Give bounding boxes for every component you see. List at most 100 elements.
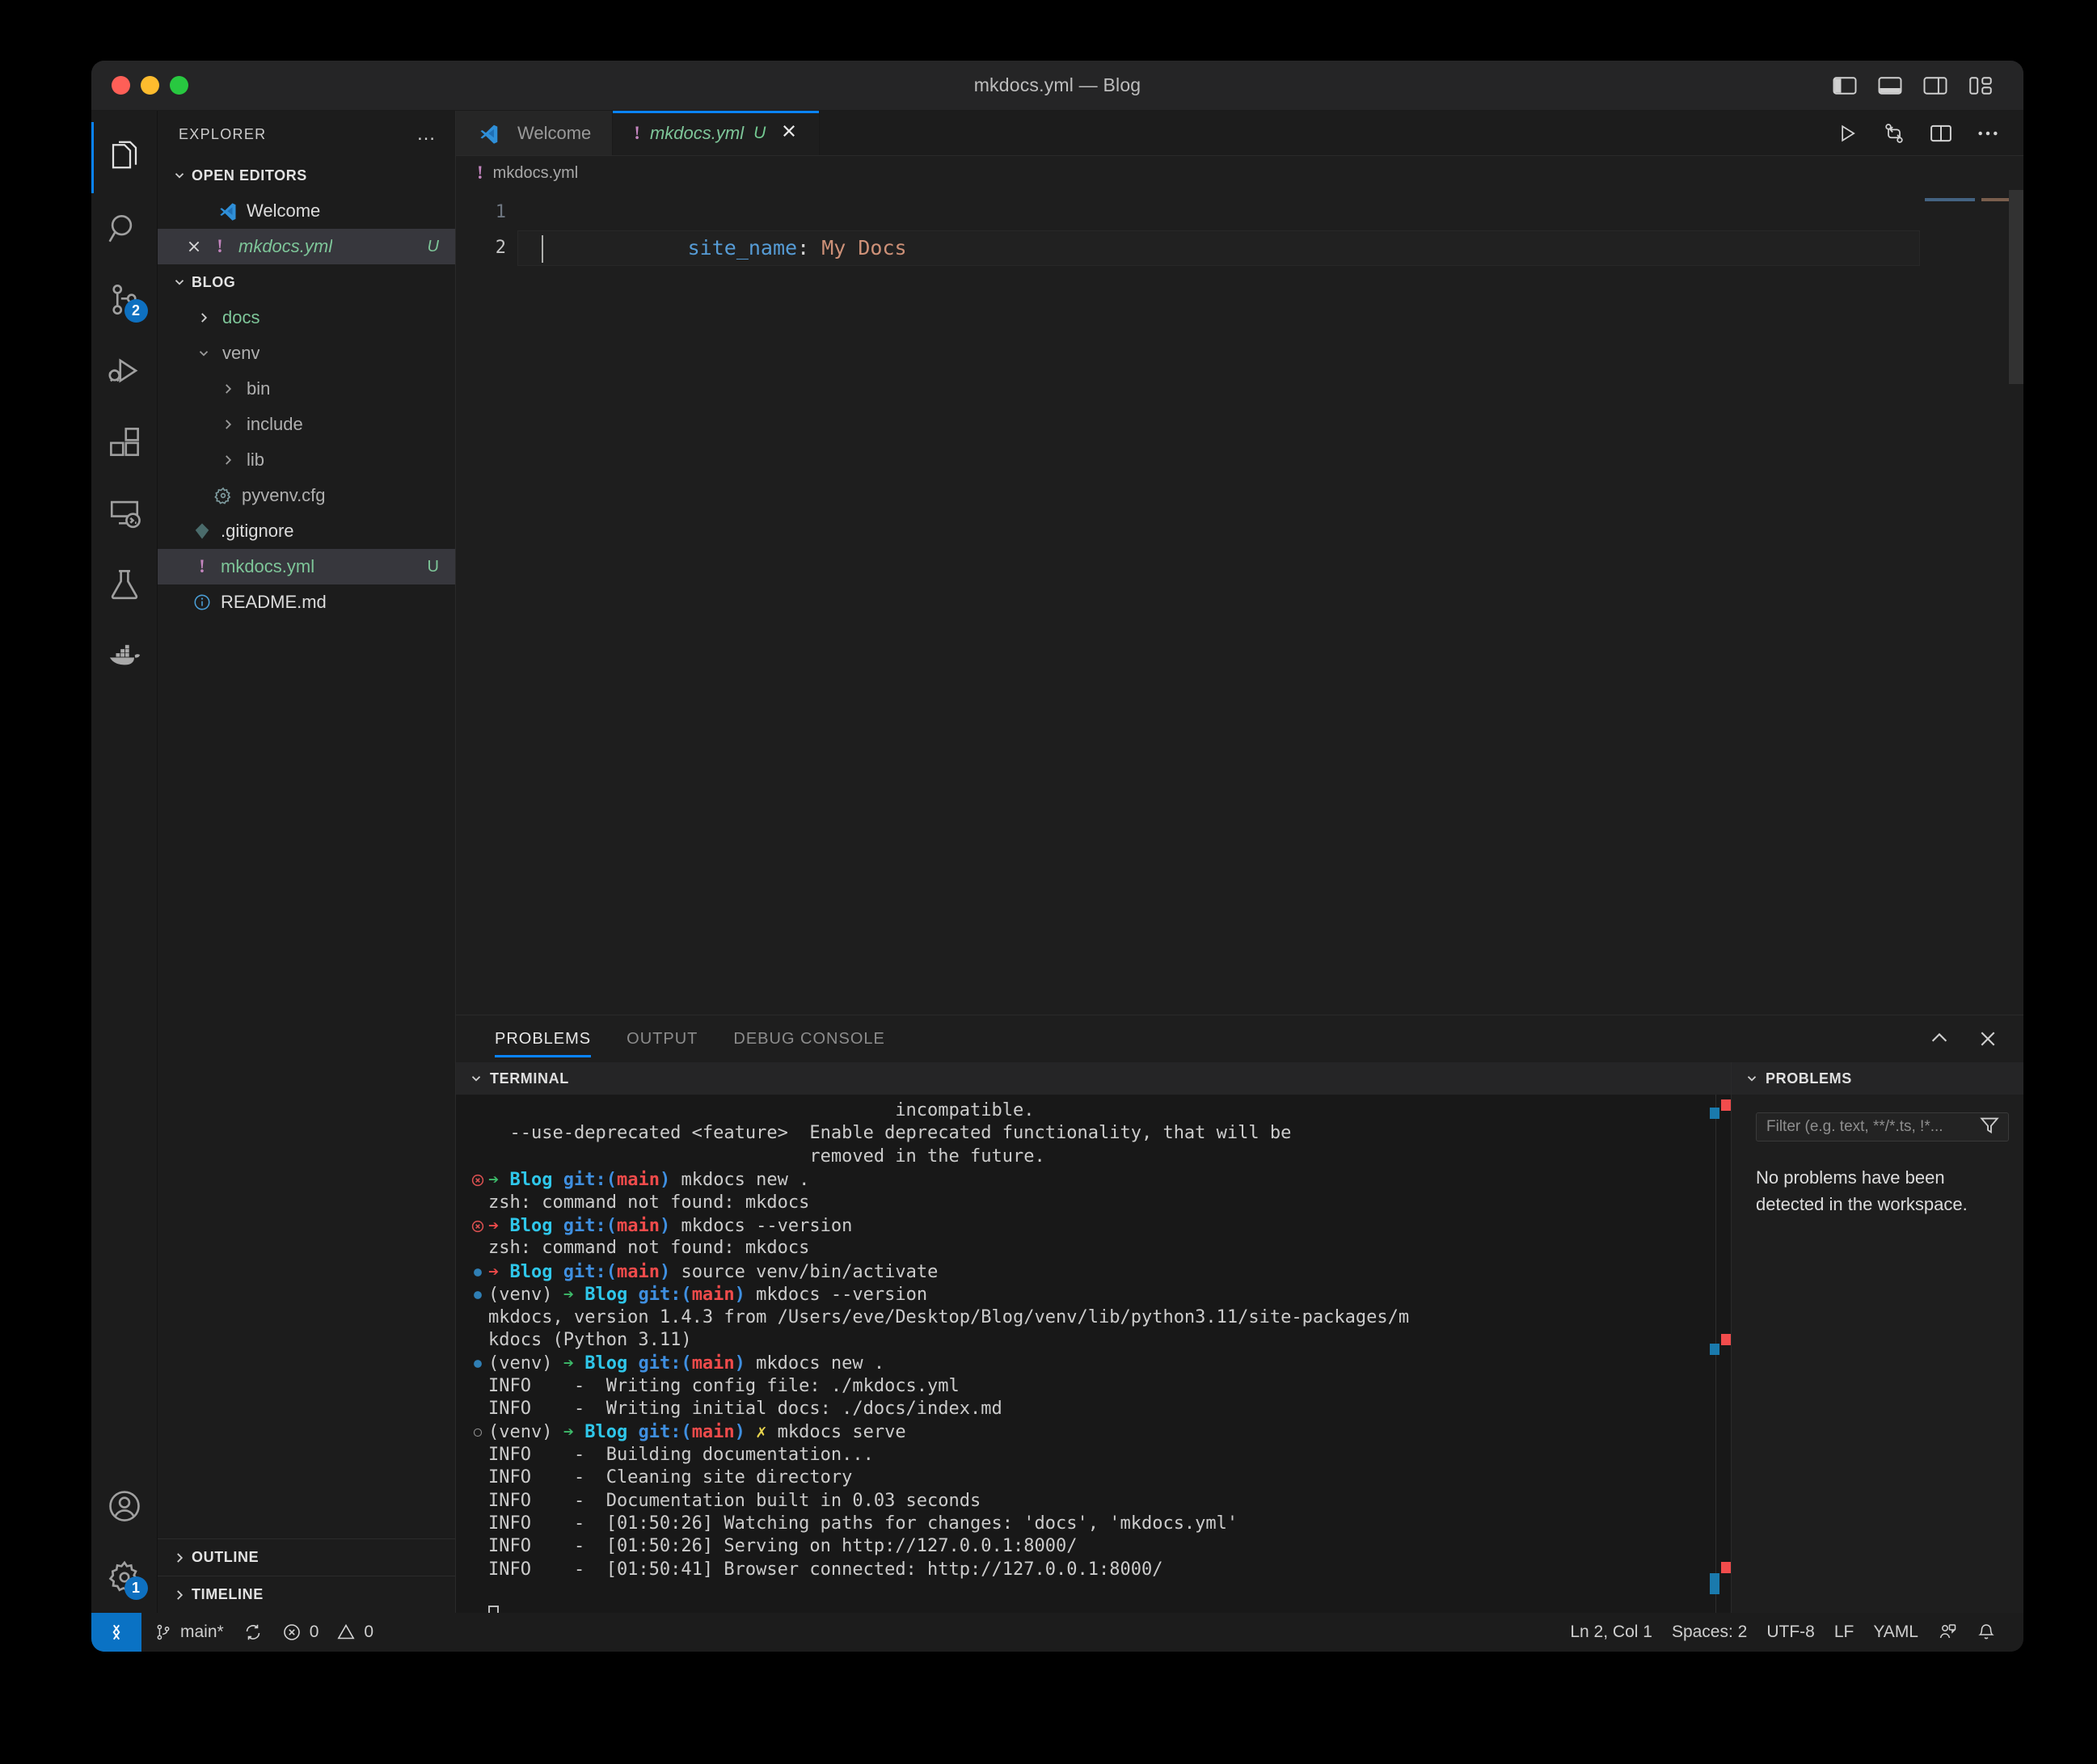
- git-status-badge: U: [427, 557, 439, 576]
- status-cursor-position[interactable]: Ln 2, Col 1: [1560, 1613, 1662, 1652]
- terminal-text: mkdocs new .: [756, 1353, 885, 1374]
- filter-icon[interactable]: [1979, 1115, 2000, 1140]
- status-sync[interactable]: [234, 1613, 272, 1652]
- open-editor-welcome[interactable]: Welcome: [158, 193, 455, 229]
- tab-output[interactable]: OUTPUT: [609, 1015, 715, 1062]
- activity-bar-item-source-control[interactable]: 2: [91, 264, 158, 335]
- toggle-primary-sidebar-icon[interactable]: [1833, 75, 1857, 96]
- activity-bar-item-remote-explorer[interactable]: [91, 478, 158, 549]
- customize-layout-icon[interactable]: [1968, 75, 1993, 96]
- section-open-editors-header[interactable]: OPEN EDITORS: [158, 158, 455, 193]
- chevron-right-icon[interactable]: [217, 449, 238, 471]
- section-outline-header[interactable]: OUTLINE: [158, 1538, 455, 1576]
- tree-item-docs[interactable]: docs: [158, 300, 455, 335]
- terminal-error-marker: [1721, 1562, 1731, 1573]
- toggle-secondary-sidebar-icon[interactable]: [1923, 75, 1947, 96]
- terminal-text: INFO - Documentation built in 0.03 secon…: [488, 1490, 981, 1511]
- chevron-right-icon[interactable]: [217, 378, 238, 399]
- status-notifications[interactable]: [1967, 1613, 2006, 1652]
- terminal-text: git:(: [638, 1285, 692, 1306]
- tree-item-readme-md[interactable]: README.md: [158, 584, 455, 620]
- status-bar: main* 0 0 Ln 2, Col 1 Spaces: 2 UTF-8 LF…: [91, 1613, 2023, 1652]
- terminal-scrollbar[interactable]: [1710, 1095, 1731, 1613]
- compare-changes-icon[interactable]: [1883, 122, 1905, 145]
- section-blog-header[interactable]: BLOG: [158, 264, 455, 300]
- tab-dirty-badge: U: [753, 123, 766, 142]
- terminal-text: ➔: [488, 1170, 510, 1191]
- source-control-badge: 2: [124, 299, 148, 323]
- minimize-window-button[interactable]: [141, 76, 159, 95]
- vscode-logo-icon: [216, 201, 240, 221]
- terminal-header[interactable]: TERMINAL: [456, 1062, 1731, 1095]
- maximize-window-button[interactable]: [170, 76, 188, 95]
- chevron-right-icon[interactable]: [217, 414, 238, 435]
- window-title: mkdocs.yml — Blog: [973, 74, 1141, 95]
- chevron-right-icon[interactable]: [193, 307, 214, 328]
- activity-bar-item-search[interactable]: [91, 193, 158, 264]
- status-indentation[interactable]: Spaces: 2: [1662, 1613, 1757, 1652]
- close-panel-icon[interactable]: [1977, 1028, 1999, 1050]
- chevron-down-icon[interactable]: [193, 343, 214, 364]
- toggle-panel-icon[interactable]: [1878, 75, 1902, 96]
- run-file-icon[interactable]: [1836, 122, 1859, 145]
- terminal-text: git:(: [563, 1261, 617, 1282]
- code-editor[interactable]: 1 2 site_name: My Docs: [456, 190, 2023, 1015]
- editor-scrollbar-thumb[interactable]: [2009, 190, 2023, 384]
- tree-item-pyvenv-cfg[interactable]: pyvenv.cfg: [158, 478, 455, 513]
- more-actions-icon[interactable]: [1977, 129, 1999, 137]
- status-encoding[interactable]: UTF-8: [1757, 1613, 1825, 1652]
- activity-bar-item-extensions[interactable]: [91, 407, 158, 478]
- tree-item-gitignore[interactable]: .gitignore: [158, 513, 455, 549]
- activity-bar-item-docker[interactable]: [91, 620, 158, 691]
- terminal-output[interactable]: incompatible. --use-deprecated <feature>…: [456, 1095, 1731, 1613]
- remote-window-button[interactable]: [91, 1613, 141, 1652]
- collapse-panel-icon[interactable]: [1928, 1028, 1951, 1050]
- breadcrumb[interactable]: ! mkdocs.yml: [456, 156, 2023, 190]
- close-tab-icon[interactable]: [780, 122, 798, 145]
- live-share-icon: [1939, 1624, 1956, 1639]
- close-editor-icon[interactable]: [180, 238, 208, 255]
- tab-debug-console[interactable]: DEBUG CONSOLE: [715, 1015, 902, 1062]
- terminal-line: (venv) ➔ Blog git:(main) mkdocs new .: [456, 1352, 1731, 1374]
- status-errors[interactable]: 0 0: [272, 1613, 383, 1652]
- tree-item-label: pyvenv.cfg: [242, 485, 326, 505]
- tree-item-include[interactable]: include: [158, 407, 455, 442]
- command-failed-icon: [467, 1168, 488, 1191]
- section-timeline-header[interactable]: TIMELINE: [158, 1576, 455, 1613]
- code-content[interactable]: site_name: My Docs: [517, 190, 1920, 1015]
- tree-item-bin[interactable]: bin: [158, 371, 455, 407]
- breadcrumb-item-file[interactable]: mkdocs.yml: [493, 164, 579, 183]
- terminal-text: Blog: [509, 1170, 563, 1191]
- problems-filter[interactable]: [1756, 1112, 2009, 1142]
- terminal-text: git:(: [638, 1353, 692, 1374]
- tab-problems[interactable]: PROBLEMS: [477, 1015, 609, 1062]
- terminal-line: --use-deprecated <feature> Enable deprec…: [456, 1122, 1731, 1145]
- status-language-mode[interactable]: YAML: [1863, 1613, 1928, 1652]
- problems-filter-input[interactable]: [1766, 1118, 1979, 1136]
- close-window-button[interactable]: [112, 76, 130, 95]
- tab-mkdocs-yml[interactable]: ! mkdocs.yml U: [613, 111, 821, 155]
- status-live-share[interactable]: [1928, 1613, 1967, 1652]
- sidebar-more-actions-button[interactable]: …: [416, 124, 437, 144]
- problems-header[interactable]: PROBLEMS: [1732, 1062, 2023, 1095]
- minimap[interactable]: [1920, 190, 2023, 1015]
- activity-bar-item-accounts[interactable]: [91, 1471, 158, 1542]
- activity-bar-item-testing[interactable]: [91, 549, 158, 620]
- editor-action-bar: [1836, 111, 2023, 155]
- status-eol[interactable]: LF: [1825, 1613, 1864, 1652]
- tree-item-venv[interactable]: venv: [158, 335, 455, 371]
- terminal-command-marker: [1710, 1573, 1719, 1594]
- terminal-line: incompatible.: [456, 1099, 1731, 1122]
- split-editor-icon[interactable]: [1930, 123, 1952, 144]
- activity-bar-item-run-and-debug[interactable]: [91, 335, 158, 407]
- status-branch[interactable]: main*: [141, 1613, 234, 1652]
- terminal-text: INFO - Writing config file: ./mkdocs.yml: [488, 1375, 960, 1396]
- activity-bar-item-manage[interactable]: 1: [91, 1542, 158, 1613]
- open-editor-mkdocs-yml[interactable]: ! mkdocs.yml U: [158, 229, 455, 264]
- tree-item-mkdocs-yml[interactable]: ! mkdocs.yml U: [158, 549, 455, 584]
- panel-action-bar: [1928, 1015, 2023, 1062]
- tab-welcome[interactable]: Welcome: [456, 111, 614, 155]
- tree-item-lib[interactable]: lib: [158, 442, 455, 478]
- activity-bar-item-explorer[interactable]: [91, 122, 158, 193]
- tree-item-label: .gitignore: [221, 521, 294, 541]
